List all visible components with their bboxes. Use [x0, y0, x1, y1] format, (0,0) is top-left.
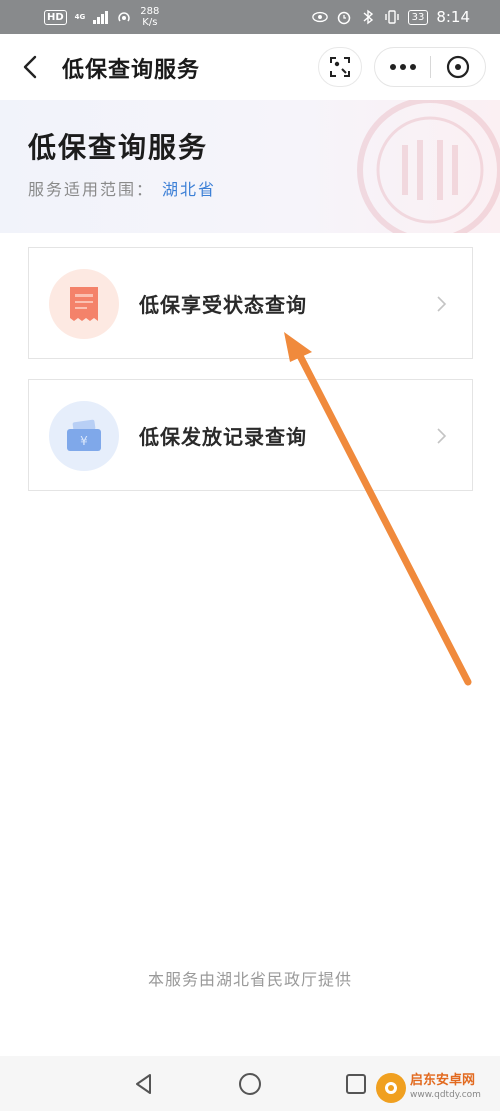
menu-item-payment-records[interactable]: ¥ 低保发放记录查询 — [28, 379, 473, 491]
close-circle-icon — [446, 55, 470, 79]
bluetooth-icon — [360, 9, 376, 25]
site-watermark: 启东安卓网 www.qdtdy.com — [376, 1070, 481, 1106]
watermark-name: 启东安卓网 — [410, 1073, 476, 1088]
vibrate-icon — [384, 9, 400, 25]
watermark-url: www.qdtdy.com — [410, 1090, 481, 1100]
footer-provider-text: 本服务由湖北省民政厅提供 — [147, 970, 352, 989]
emblem-watermark-icon — [357, 100, 500, 233]
service-scope-value: 湖北省 — [162, 180, 217, 199]
more-dots-icon — [389, 64, 396, 70]
alarm-icon — [336, 9, 352, 25]
more-button[interactable] — [375, 48, 430, 86]
svg-text:¥: ¥ — [80, 434, 88, 448]
watermark-logo-icon — [376, 1073, 406, 1103]
eye-icon — [311, 9, 328, 25]
receipt-icon — [49, 269, 119, 339]
signal-icon — [93, 10, 109, 24]
circle-home-icon — [239, 1073, 261, 1095]
network-type: 4G — [74, 13, 86, 21]
wallet-icon: ¥ — [49, 401, 119, 471]
close-button[interactable] — [431, 48, 485, 86]
miniapp-capsule — [374, 47, 486, 87]
battery-icon: 33 — [407, 9, 429, 25]
hd-icon: HD — [44, 9, 67, 25]
service-scope-label: 服务适用范围： — [28, 180, 155, 199]
hotspot-icon — [116, 9, 132, 25]
scan-icon — [330, 57, 350, 77]
service-scope: 服务适用范围： 湖北省 — [28, 176, 216, 200]
clock: 8:14 — [436, 8, 470, 26]
header-banner: 低保查询服务 服务适用范围： 湖北省 — [0, 100, 500, 233]
triangle-back-icon — [136, 1074, 151, 1094]
menu-item-status-query[interactable]: 低保享受状态查询 — [28, 247, 473, 359]
page-title: 低保查询服务 — [28, 131, 209, 164]
system-home-button[interactable] — [236, 1070, 264, 1098]
chevron-left-icon — [23, 55, 37, 79]
menu-item-label: 低保发放记录查询 — [139, 425, 307, 449]
net-speed: 288 K/s — [140, 6, 160, 28]
system-recent-button[interactable] — [342, 1070, 370, 1098]
status-bar: HD 4G 288 K/s 33 8:14 — [0, 0, 500, 34]
nav-bar: 低保查询服务 — [0, 34, 500, 100]
back-button[interactable] — [18, 54, 44, 80]
chevron-right-icon — [437, 428, 447, 444]
chevron-right-icon — [437, 296, 447, 312]
system-back-button[interactable] — [130, 1070, 158, 1098]
scan-button[interactable] — [318, 47, 362, 87]
nav-title: 低保查询服务 — [62, 58, 201, 83]
square-recent-icon — [346, 1074, 366, 1094]
menu-item-label: 低保享受状态查询 — [139, 293, 307, 317]
